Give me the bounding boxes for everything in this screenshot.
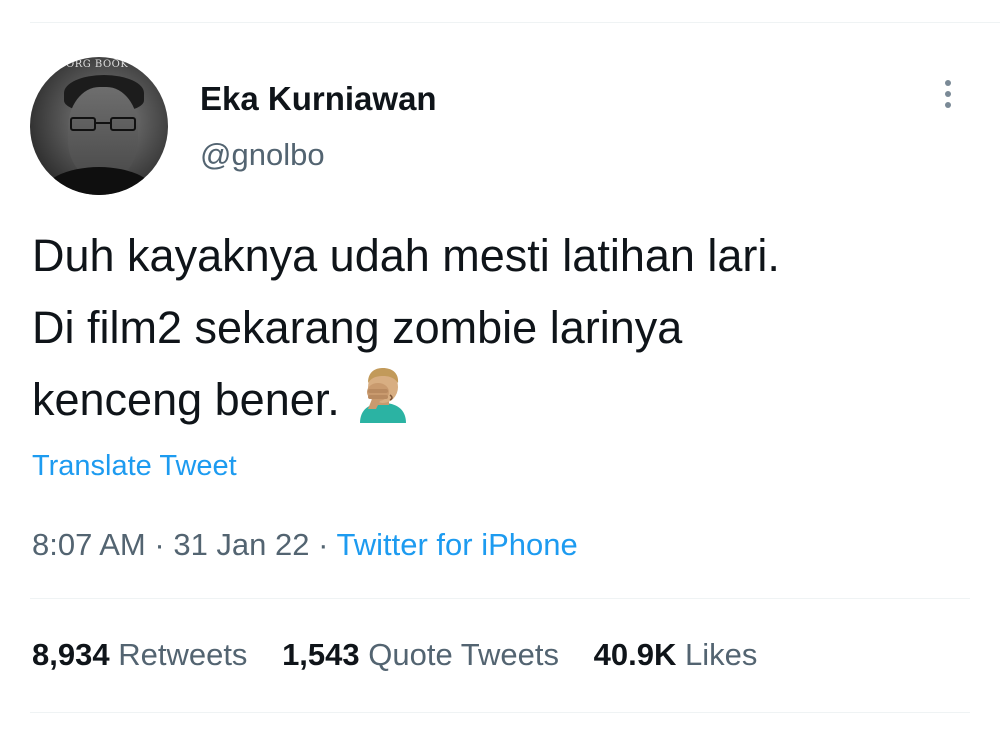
avatar[interactable]: BORG BOOK [30,57,168,195]
more-vertical-icon[interactable] [940,80,956,114]
retweets-label: Retweets [118,637,248,672]
engagement-stats: 8,934 Retweets 1,543 Quote Tweets 40.9K … [32,637,783,673]
likes-stat[interactable]: 40.9K Likes [594,637,758,673]
tweet-line: Duh kayaknya udah mesti latihan lari. [32,230,780,281]
likes-label: Likes [684,637,758,672]
translate-tweet-link[interactable]: Translate Tweet [32,450,237,483]
tweet-text: Duh kayaknya udah mesti latihan lari. Di… [32,220,972,436]
tweet-line: kenceng bener. [32,374,340,425]
tweet-date[interactable]: 31 Jan 22 [173,527,309,562]
tweet-line-with-emoji: kenceng bener. [32,364,972,436]
tweet-line: Di film2 sekarang zombie larinya [32,302,683,353]
tweet-time[interactable]: 8:07 AM [32,527,146,562]
tweet-source-link[interactable]: Twitter for iPhone [337,527,578,562]
top-divider [30,22,1000,23]
avatar-shirt [40,167,158,195]
tweet-meta: 8:07 AM · 31 Jan 22 · Twitter for iPhone [32,527,578,563]
meta-separator: · [318,527,329,562]
avatar-glasses [70,117,136,131]
quote-tweets-stat[interactable]: 1,543 Quote Tweets [282,637,559,673]
avatar-caption: BORG BOOK [58,59,129,70]
quote-tweets-label: Quote Tweets [368,637,559,672]
likes-count: 40.9K [593,637,677,672]
avatar-face [68,87,138,179]
man-facepalming-emoji [354,365,412,423]
author-name[interactable]: Eka Kurniawan [200,80,437,118]
stats-top-divider [30,598,970,599]
quote-tweets-count: 1,543 [282,637,360,672]
retweets-stat[interactable]: 8,934 Retweets [32,637,247,673]
author-handle[interactable]: @gnolbo [200,137,325,173]
meta-separator: · [154,527,165,562]
retweets-count: 8,934 [32,637,110,672]
stats-bottom-divider [30,712,970,713]
